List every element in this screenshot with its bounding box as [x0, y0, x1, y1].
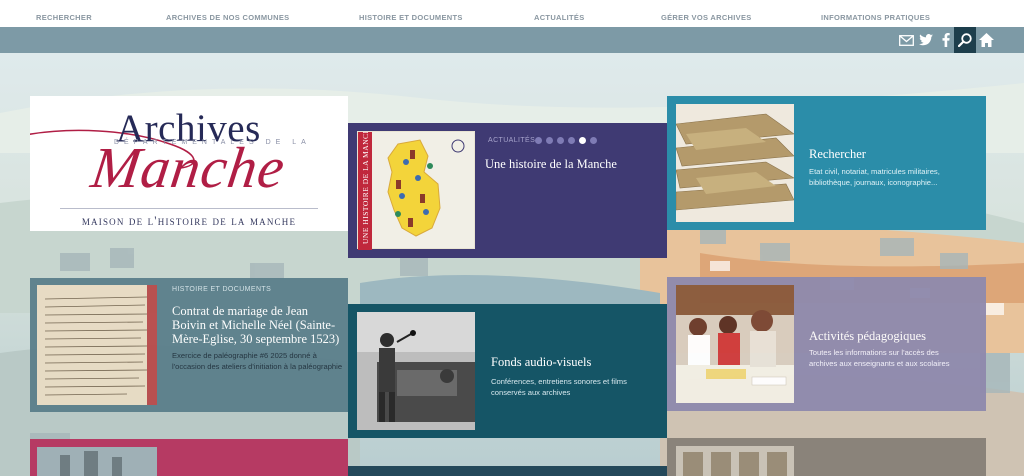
carousel-dot[interactable]	[557, 137, 564, 144]
logo-footer: maison de l'histoire de la manche	[81, 214, 297, 228]
activities-tile-desc-1: Toutes les informations sur l'accès des	[809, 348, 939, 357]
nav-archives-communes[interactable]: ARCHIVES DE NOS COMMUNES	[166, 13, 289, 22]
search-tile-image	[675, 104, 795, 222]
carousel-dots	[535, 137, 597, 144]
carousel-dot[interactable]	[535, 137, 542, 144]
search-tile-title: Rechercher	[809, 147, 866, 161]
nav-gerer-archives[interactable]: GÉRER VOS ARCHIVES	[661, 13, 752, 22]
lower-tile-dark[interactable]	[348, 466, 667, 476]
history-kicker: HISTOIRE ET DOCUMENTS	[172, 286, 272, 293]
nav-informations-pratiques[interactable]: INFORMATIONS PRATIQUES	[821, 13, 930, 22]
activities-tile-title: Activités pédagogiques	[809, 329, 926, 343]
top-navigation: RECHERCHER ARCHIVES DE NOS COMMUNES HIST…	[0, 0, 1024, 27]
news-tile[interactable]: UNE HISTOIRE DE LA MANCHE ACTUALITÉS Une…	[348, 123, 667, 258]
lower-tile-grey[interactable]	[667, 438, 986, 476]
search-tile[interactable]: Rechercher Etat civil, notariat, matricu…	[667, 96, 986, 230]
toolbar	[0, 27, 1024, 53]
news-book-cover-image: UNE HISTOIRE DE LA MANCHE	[357, 123, 475, 250]
manuscript-image	[37, 285, 157, 405]
history-desc: Exercice de paléographie #6 2025 donné à…	[172, 351, 343, 371]
logo-divider	[60, 208, 318, 209]
audio-tile[interactable]: Fonds audio-visuels Conférences, entreti…	[348, 304, 667, 438]
activities-tile[interactable]: Activités pédagogiques Toutes les inform…	[667, 277, 986, 411]
carousel-dot[interactable]	[590, 137, 597, 144]
search-icon[interactable]	[954, 27, 976, 53]
logo-tile[interactable]: Archives DÉPARTEMENTALES DE LA Manche ma…	[30, 96, 348, 231]
audio-tile-desc-2: conservés aux archives	[491, 388, 571, 397]
carousel-dot[interactable]	[546, 137, 553, 144]
lower-tile-red[interactable]	[30, 439, 348, 476]
audio-tile-title: Fonds audio-visuels	[491, 355, 592, 369]
home-icon[interactable]	[976, 30, 996, 50]
logo-script: Manche	[87, 135, 290, 200]
carousel-dot[interactable]	[568, 137, 575, 144]
search-tile-desc-1: Etat civil, notariat, matricules militai…	[809, 167, 940, 176]
history-tile[interactable]: HISTOIRE ET DOCUMENTS Contrat de mariage…	[30, 278, 348, 412]
news-book-spine-text: UNE HISTOIRE DE LA MANCHE	[361, 132, 370, 244]
carousel-dot-active[interactable]	[579, 137, 586, 144]
audio-tile-image	[357, 312, 475, 430]
news-kicker: ACTUALITÉS	[488, 137, 536, 144]
activities-tile-image	[676, 285, 794, 403]
news-title[interactable]: Une histoire de la Manche	[485, 157, 617, 172]
nav-histoire-documents[interactable]: HISTOIRE ET DOCUMENTS	[359, 13, 463, 22]
history-title: Contrat de mariage de Jean Boivin et Mic…	[172, 304, 340, 346]
activities-tile-desc-2: archives aux enseignants et aux scolaire…	[809, 359, 950, 368]
audio-tile-desc-1: Conférences, entretiens sonores et films	[491, 377, 627, 386]
nav-actualites[interactable]: ACTUALITÉS	[534, 13, 585, 22]
search-tile-desc-2: bibliothèque, journaux, iconographie...	[809, 178, 938, 187]
nav-rechercher[interactable]: RECHERCHER	[36, 13, 92, 22]
twitter-icon[interactable]	[916, 30, 936, 50]
facebook-icon[interactable]	[936, 30, 956, 50]
mail-icon[interactable]	[896, 30, 916, 50]
